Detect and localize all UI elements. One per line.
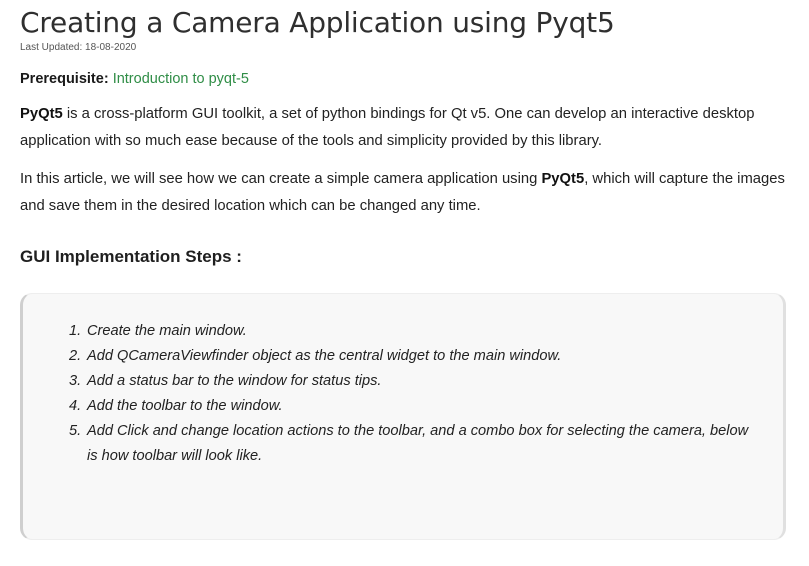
pyqt5-bold-term: PyQt5 [20, 106, 63, 122]
steps-box: 1. Create the main window. 2. Add QCameraV… [20, 293, 786, 540]
pyqt5-bold-term: PyQt5 [541, 171, 585, 187]
step-number: 3. [69, 373, 82, 389]
list-item: 1. Create the main window. [69, 319, 759, 344]
prerequisite-line: Prerequisite: Introduction to pyqt-5 [20, 69, 249, 89]
list-item: 3. Add a status bar to the window for sta… [69, 369, 759, 394]
step-text: Add Click and change location actions to… [87, 423, 749, 464]
scope-text-start: In this article, we will see how we can … [20, 171, 542, 187]
article-title: Creating a Camera Application using Pyqt… [20, 6, 615, 39]
article-scope-paragraph: In this article, we will see how we can … [20, 166, 790, 220]
step-text: Add a status bar to the window for statu… [87, 373, 382, 389]
list-item: 2. Add QCameraViewfinder object as the ce… [69, 344, 759, 369]
intro-paragraph: PyQt5 is a cross-platform GUI toolkit, a… [20, 101, 790, 155]
last-updated-date: Last Updated: 18-08-2020 [20, 42, 137, 53]
step-text: Add the toolbar to the window. [87, 398, 283, 414]
step-number: 1. [69, 323, 82, 339]
list-item: 5. Add Click and change location actions … [69, 419, 759, 469]
step-number: 4. [69, 398, 82, 414]
section-heading: GUI Implementation Steps : [20, 247, 242, 266]
step-text: Add QCameraViewfinder object as the cent… [87, 348, 562, 364]
list-item: 4. Add the toolbar to the window. [69, 394, 759, 419]
step-number: 5. [69, 423, 82, 439]
prerequisite-label: Prerequisite: [20, 71, 109, 87]
steps-list: 1. Create the main window. 2. Add QCameraV… [69, 319, 759, 469]
step-number: 2. [69, 348, 82, 364]
intro-paragraph-text: is a cross-platform GUI toolkit, a set o… [20, 106, 755, 149]
prerequisite-link[interactable]: Introduction to pyqt-5 [113, 71, 249, 87]
step-text: Create the main window. [87, 323, 247, 339]
